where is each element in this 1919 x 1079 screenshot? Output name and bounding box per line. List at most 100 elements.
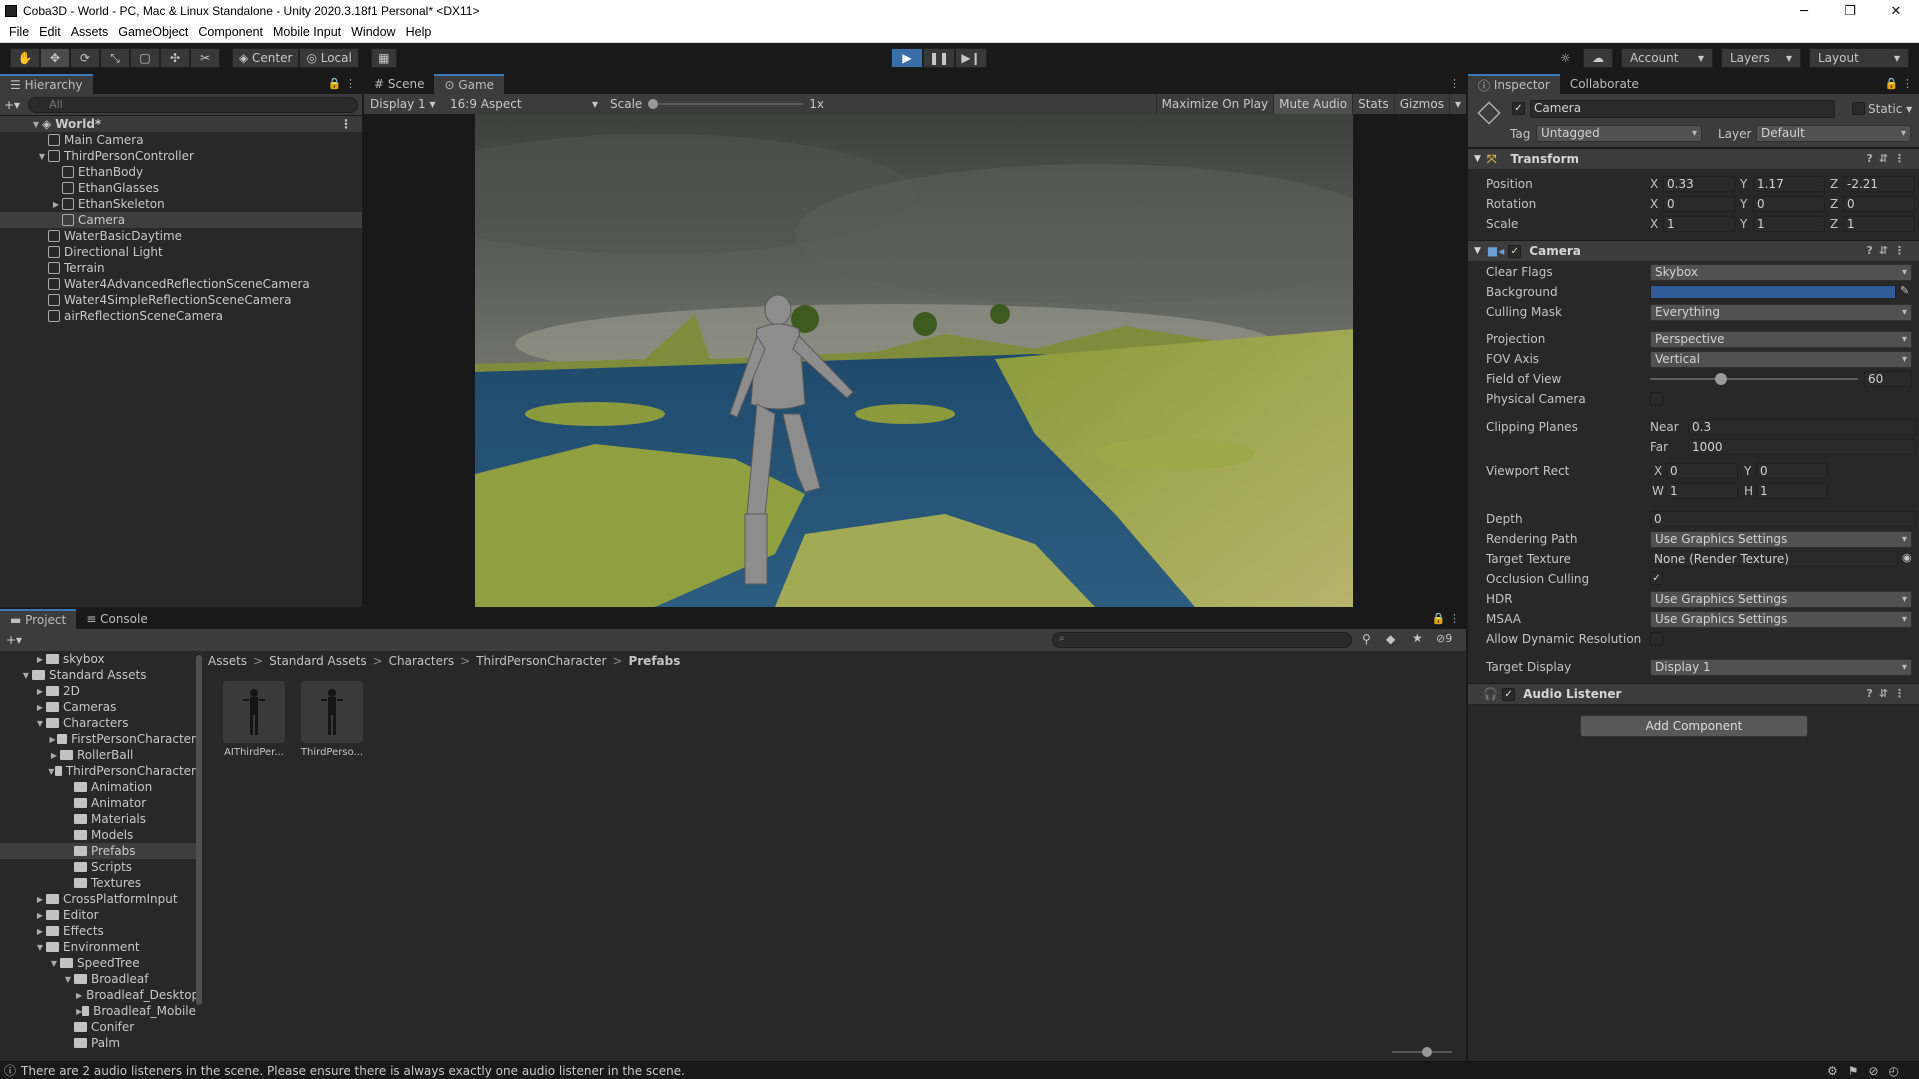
hdr-dropdown[interactable]: Use Graphics Settings	[1650, 590, 1912, 608]
menu-component[interactable]: Component	[193, 25, 268, 39]
menu-gameobject[interactable]: GameObject	[113, 25, 193, 39]
project-folder-item[interactable]: ▶ RollerBall	[0, 747, 196, 763]
scale-slider-thumb[interactable]	[648, 99, 659, 109]
panel-menu-icon[interactable]: 🔒 ⋮	[1432, 612, 1460, 625]
add-component-button[interactable]: Add Component	[1580, 715, 1808, 737]
panel-menu-icon[interactable]: ⋮	[1449, 77, 1460, 90]
hierarchy-item[interactable]: EthanGlasses	[0, 180, 362, 196]
component-header-icons[interactable]: ?⇵⋮	[1866, 152, 1911, 165]
dynamic-resolution-checkbox[interactable]	[1650, 632, 1663, 645]
position-z-field[interactable]: -2.21	[1843, 176, 1915, 192]
menu-assets[interactable]: Assets	[66, 25, 114, 39]
project-folder-item[interactable]: Animator	[0, 795, 196, 811]
play-button[interactable]: ▶	[891, 48, 923, 68]
physical-camera-checkbox[interactable]	[1650, 392, 1663, 405]
caret-right-icon[interactable]: ▶	[34, 911, 46, 920]
scene-row[interactable]: ▼ ◈ World* ⋮	[0, 116, 362, 132]
hierarchy-search-input[interactable]: All	[28, 96, 358, 113]
depth-field[interactable]: 0	[1650, 511, 1916, 527]
caret-down-icon[interactable]: ▼	[34, 943, 46, 952]
hierarchy-item[interactable]: Directional Light	[0, 244, 362, 260]
hierarchy-item[interactable]: Water4SimpleReflectionSceneCamera	[0, 292, 362, 308]
caret-down-icon[interactable]: ▼	[34, 719, 46, 728]
menu-mobile-input[interactable]: Mobile Input	[268, 25, 346, 39]
tab-scene[interactable]: # Scene	[364, 74, 434, 94]
tab-collaborate[interactable]: Collaborate	[1560, 74, 1649, 94]
menu-window[interactable]: Window	[346, 25, 400, 39]
transform-tool-icon[interactable]: ✣	[160, 48, 190, 68]
target-display-dropdown[interactable]: Display 1	[1650, 658, 1912, 676]
foldout-down-icon[interactable]: ▼	[1474, 246, 1481, 256]
breadcrumb-item[interactable]: Prefabs	[628, 654, 680, 668]
hierarchy-item[interactable]: ▼ ThirdPersonController	[0, 148, 362, 164]
tag-dropdown[interactable]: Untagged	[1536, 125, 1702, 142]
camera-component-header[interactable]: ▼ ■◂ ✓ Camera ?⇵⋮	[1468, 240, 1919, 262]
project-folder-item[interactable]: ▶ Cameras	[0, 699, 196, 715]
project-folder-item[interactable]: Animation	[0, 779, 196, 795]
foldout-right-icon[interactable]	[1474, 689, 1477, 699]
pivot-local-button[interactable]: ◎ Local	[299, 48, 359, 68]
project-folder-item[interactable]: Scripts	[0, 859, 196, 875]
static-checkbox[interactable]	[1852, 102, 1865, 115]
background-color-swatch[interactable]	[1650, 285, 1896, 299]
project-folder-item[interactable]: Prefabs	[0, 843, 196, 859]
rect-tool-icon[interactable]: ▢	[130, 48, 160, 68]
target-texture-field[interactable]: None (Render Texture)	[1650, 551, 1898, 567]
field-of-view-input[interactable]: 60	[1864, 371, 1912, 387]
icon-size-slider-thumb[interactable]	[1422, 1047, 1432, 1057]
hierarchy-item[interactable]: airReflectionSceneCamera	[0, 308, 362, 324]
tab-inspector[interactable]: ⓘ Inspector	[1468, 74, 1560, 94]
project-folder-item[interactable]: ▼ Standard Assets	[0, 667, 196, 683]
pivot-center-button[interactable]: ◈ Center	[232, 48, 300, 68]
caret-down-icon[interactable]: ▼	[30, 120, 42, 129]
maximize-button[interactable]: ❐	[1827, 0, 1873, 22]
project-folder-item[interactable]: ▶ Effects	[0, 923, 196, 939]
occlusion-culling-checkbox[interactable]: ✓	[1650, 572, 1663, 585]
tab-hierarchy[interactable]: ☰ Hierarchy	[0, 74, 93, 94]
layer-dropdown[interactable]: Default	[1756, 125, 1911, 142]
tree-scrollbar[interactable]	[196, 655, 202, 1005]
caret-right-icon[interactable]: ▶	[34, 703, 46, 712]
viewport-y-field[interactable]: 0	[1756, 463, 1828, 479]
scale-tool-icon[interactable]: ⤡	[100, 48, 130, 68]
project-folder-item[interactable]: ▶ Broadleaf_Mobile	[0, 1003, 196, 1019]
scale-x-field[interactable]: 1	[1663, 216, 1735, 232]
project-folder-item[interactable]: Models	[0, 827, 196, 843]
hierarchy-item[interactable]: Terrain	[0, 260, 362, 276]
hand-tool-icon[interactable]: ✋	[10, 48, 40, 68]
tab-game[interactable]: ⊙ Game	[434, 74, 505, 94]
account-dropdown[interactable]: Account ▾	[1621, 48, 1713, 68]
culling-mask-dropdown[interactable]: Everything	[1650, 303, 1912, 321]
object-picker-icon[interactable]: ◉	[1902, 551, 1912, 564]
filter-by-label-icon[interactable]: ◆	[1386, 632, 1395, 646]
menu-help[interactable]: Help	[401, 25, 437, 39]
position-y-field[interactable]: 1.17	[1753, 176, 1825, 192]
prefab-asset[interactable]: AIThirdPer...	[222, 681, 286, 758]
component-header-icons[interactable]: ?⇵⋮	[1866, 687, 1911, 700]
projection-dropdown[interactable]: Perspective	[1650, 330, 1912, 348]
transform-component-header[interactable]: ▼ ⤧ Transform ?⇵⋮	[1468, 148, 1919, 170]
breadcrumb-item[interactable]: Characters	[389, 654, 455, 668]
rotation-z-field[interactable]: 0	[1843, 196, 1915, 212]
hierarchy-item[interactable]: ▶ EthanSkeleton	[0, 196, 362, 212]
clear-flags-dropdown[interactable]: Skybox	[1650, 263, 1912, 281]
pause-button[interactable]: ❚❚	[923, 48, 955, 68]
project-folder-item[interactable]: ▼ SpeedTree	[0, 955, 196, 971]
minimize-button[interactable]: ─	[1781, 0, 1827, 22]
hidden-packages-toggle[interactable]: ⊘9	[1436, 632, 1452, 645]
audio-listener-header[interactable]: 🎧 ✓ Audio Listener ?⇵⋮	[1468, 683, 1919, 705]
tab-project[interactable]: ▬ Project	[0, 609, 77, 629]
favorite-star-icon[interactable]: ★	[1412, 631, 1423, 645]
hierarchy-item[interactable]: WaterBasicDaytime	[0, 228, 362, 244]
project-folder-item[interactable]: ▶ FirstPersonCharacter	[0, 731, 196, 747]
create-button[interactable]: +▾	[6, 633, 22, 647]
move-tool-icon[interactable]: ✥	[40, 48, 70, 68]
stats-toggle[interactable]: Stats	[1352, 94, 1394, 114]
viewport-w-field[interactable]: 1	[1666, 483, 1738, 499]
breadcrumb-item[interactable]: Assets	[208, 654, 247, 668]
position-x-field[interactable]: 0.33	[1663, 176, 1735, 192]
object-name-input[interactable]: Camera	[1530, 100, 1835, 118]
hierarchy-item[interactable]: Water4AdvancedReflectionSceneCamera	[0, 276, 362, 292]
caret-down-icon[interactable]: ▼	[36, 152, 48, 161]
project-folder-item[interactable]: ▶ Broadleaf_Desktop	[0, 987, 196, 1003]
